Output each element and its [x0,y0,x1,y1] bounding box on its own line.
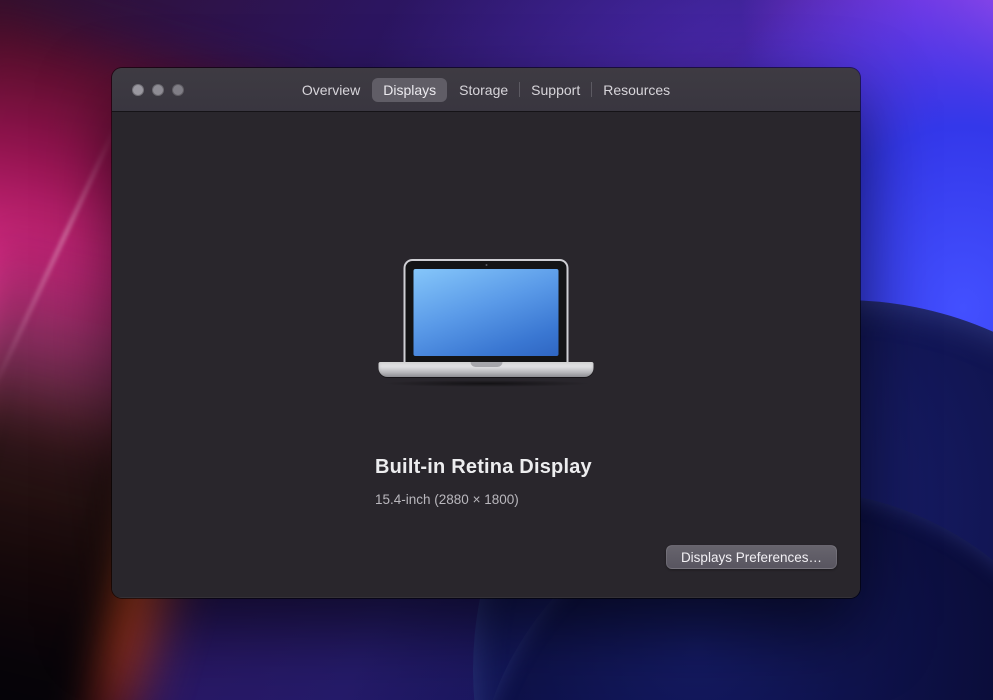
tab-displays[interactable]: Displays [372,77,448,102]
about-this-mac-window: Overview Displays Storage Support Resour… [112,68,860,598]
display-spec: 15.4-inch (2880 × 1800) [375,492,519,507]
titlebar[interactable]: Overview Displays Storage Support Resour… [112,68,860,112]
close-button[interactable] [132,83,144,96]
laptop-base [378,362,594,377]
laptop-shadow [381,380,591,387]
tab-bar: Overview Displays Storage Support Resour… [291,77,681,102]
displays-pane: Built-in Retina Display 15.4-inch (2880 … [112,112,860,597]
laptop-display-panel [413,269,559,356]
window-controls [132,68,184,111]
displays-preferences-button[interactable]: Displays Preferences… [665,545,837,569]
laptop-base-notch [470,362,502,367]
macbook-illustration [378,259,594,387]
display-info: Built-in Retina Display 15.4-inch (2880 … [375,456,592,507]
zoom-button[interactable] [172,83,184,96]
display-name: Built-in Retina Display [375,456,592,478]
minimize-button[interactable] [152,83,164,96]
tab-resources[interactable]: Resources [592,78,681,102]
camera-dot-icon [485,264,487,266]
tab-overview[interactable]: Overview [291,78,371,102]
tab-support[interactable]: Support [520,78,591,102]
laptop-screen [403,259,569,362]
tab-storage[interactable]: Storage [448,78,519,102]
